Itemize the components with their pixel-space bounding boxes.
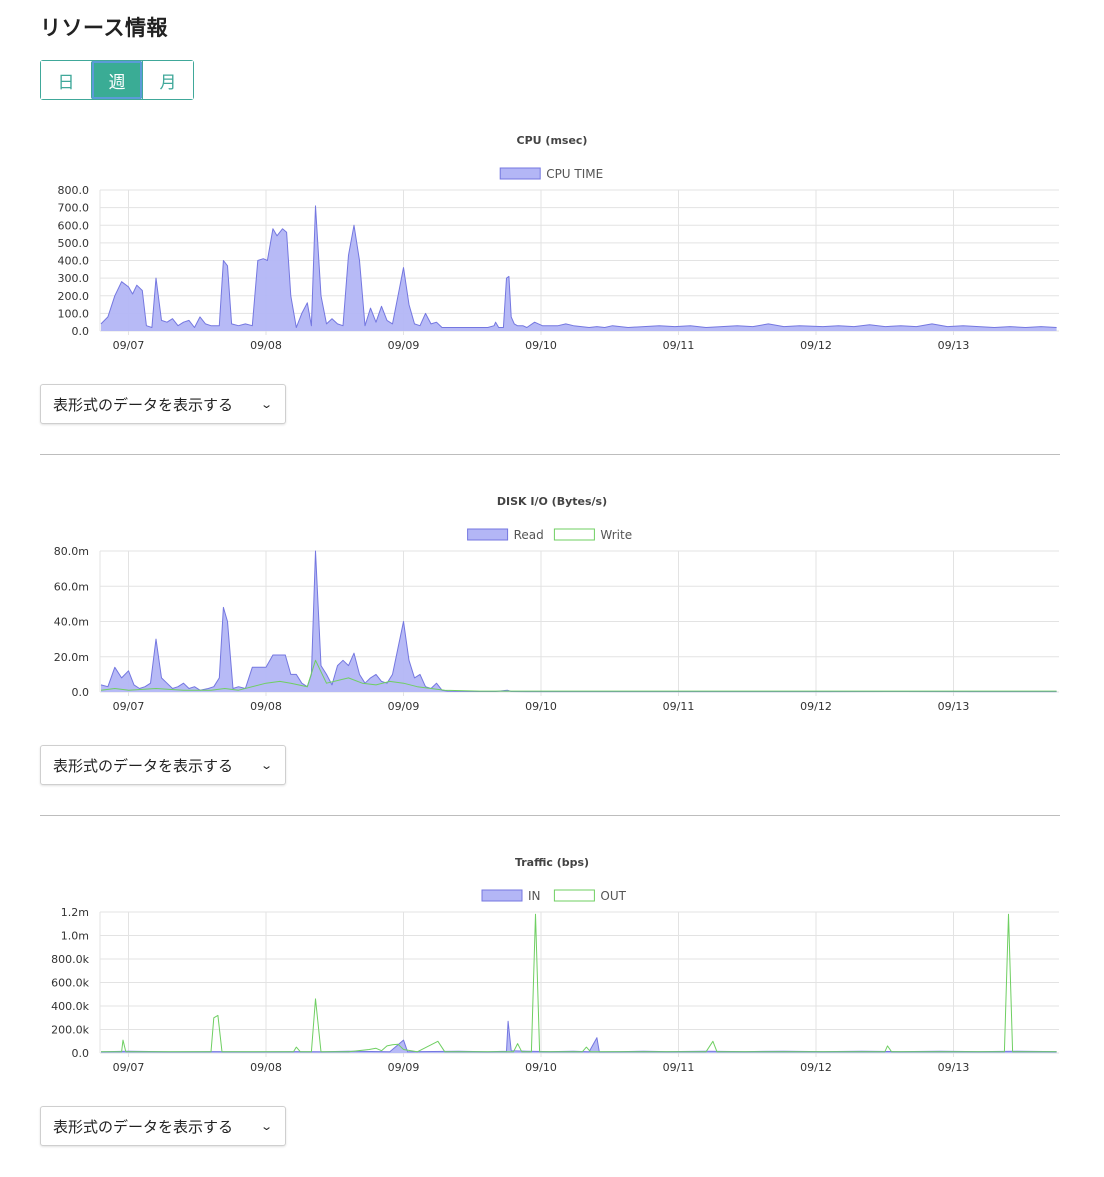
x-tick-label: 09/07 — [113, 700, 145, 713]
legend-swatch-cpu-time[interactable] — [499, 167, 541, 180]
y-tick-label: 600.0k — [51, 977, 89, 990]
y-tick-label: 800.0 — [58, 184, 90, 197]
cpu-chart: CPU (msec) CPU TIME 0.0 100.0 200.0 300.0 400.… — [58, 134, 1059, 352]
x-tick-label: 09/13 — [938, 700, 970, 713]
cpu-table-toggle-button[interactable]: 表形式のデータを表示する ⌄ — [40, 384, 286, 424]
chart-title: Traffic (bps) — [515, 856, 589, 869]
x-tick-label: 09/07 — [113, 339, 145, 352]
x-tick-label: 09/08 — [250, 700, 282, 713]
y-tick-label: 0.0 — [72, 325, 90, 338]
traffic-chart: Traffic (bps) IN OUT 0.0 200.0k 400.0k 600.0k 8… — [51, 856, 1059, 1074]
y-tick-label: 700.0 — [58, 202, 90, 215]
x-tick-label: 09/11 — [663, 700, 695, 713]
traffic-chart-section: Traffic (bps) IN OUT 0.0 200.0k 400.0k 600.0k 8… — [0, 842, 1104, 1082]
y-tick-label: 800.0k — [51, 953, 89, 966]
traffic-table-toggle-label: 表形式のデータを表示する — [53, 1117, 234, 1136]
y-tick-label: 80.0m — [54, 545, 89, 558]
disk-table-toggle-label: 表形式のデータを表示する — [53, 756, 234, 775]
legend-swatch-out[interactable] — [553, 889, 595, 902]
y-tick-label: 500.0 — [58, 237, 90, 250]
y-tick-label: 400.0k — [51, 1000, 89, 1013]
chevron-down-icon: ⌄ — [259, 397, 273, 411]
y-tick-label: 400.0 — [58, 255, 90, 268]
chevron-down-icon: ⌄ — [259, 1119, 273, 1133]
legend-label-read[interactable]: Read — [514, 528, 544, 542]
disk-chart: DISK I/O (Bytes/s) Read Write 0.0 20.0m 40.0m… — [54, 495, 1059, 713]
chevron-down-icon: ⌄ — [259, 758, 273, 772]
page-title: リソース情報 — [40, 16, 168, 40]
legend-swatch-read[interactable] — [467, 528, 509, 541]
y-tick-label: 0.0 — [72, 686, 90, 699]
period-tab-month[interactable]: 月 — [142, 61, 193, 99]
x-tick-label: 09/13 — [938, 1061, 970, 1074]
x-tick-label: 09/08 — [250, 1061, 282, 1074]
x-tick-label: 09/12 — [800, 339, 832, 352]
y-tick-label: 0.0 — [72, 1047, 90, 1060]
y-tick-label: 300.0 — [58, 272, 90, 285]
x-tick-label: 09/08 — [250, 339, 282, 352]
period-tab-week[interactable]: 週 — [91, 61, 142, 99]
x-tick-label: 09/07 — [113, 1061, 145, 1074]
y-tick-label: 1.0m — [61, 930, 89, 943]
section-divider — [40, 454, 1060, 455]
x-tick-label: 09/12 — [800, 1061, 832, 1074]
y-tick-label: 200.0k — [51, 1024, 89, 1037]
series-area-cpu-time — [101, 205, 1057, 331]
y-tick-label: 20.0m — [54, 651, 89, 664]
cpu-table-toggle-label: 表形式のデータを表示する — [53, 395, 234, 414]
y-tick-label: 60.0m — [54, 580, 89, 593]
x-tick-label: 09/09 — [388, 1061, 420, 1074]
series-line-out — [101, 913, 1057, 1053]
legend-label-cpu-time[interactable]: CPU TIME — [546, 167, 603, 181]
x-tick-label: 09/12 — [800, 700, 832, 713]
y-tick-label: 40.0m — [54, 616, 89, 629]
x-tick-label: 09/10 — [525, 339, 557, 352]
x-tick-label: 09/09 — [388, 700, 420, 713]
x-tick-label: 09/09 — [388, 339, 420, 352]
period-toggle-group: 日 週 月 — [40, 60, 194, 100]
y-tick-label: 100.0 — [58, 307, 90, 320]
y-tick-label: 600.0 — [58, 219, 90, 232]
series-line-write — [100, 659, 1057, 692]
legend-swatch-in[interactable] — [481, 889, 523, 902]
y-tick-label: 1.2m — [61, 906, 89, 919]
x-tick-label: 09/11 — [663, 1061, 695, 1074]
chart-title: CPU (msec) — [517, 134, 588, 147]
series-area-in — [101, 1021, 1057, 1053]
disk-table-toggle-button[interactable]: 表形式のデータを表示する ⌄ — [40, 745, 286, 785]
chart-title: DISK I/O (Bytes/s) — [497, 495, 607, 508]
series-line-in — [100, 1020, 1057, 1053]
legend-label-out[interactable]: OUT — [600, 889, 626, 903]
x-tick-label: 09/10 — [525, 1061, 557, 1074]
y-tick-label: 200.0 — [58, 290, 90, 303]
legend-label-in[interactable]: IN — [528, 889, 541, 903]
series-line-cpu-time — [100, 205, 1057, 328]
x-tick-label: 09/11 — [663, 339, 695, 352]
x-tick-label: 09/13 — [938, 339, 970, 352]
section-divider — [40, 815, 1060, 816]
legend-label-write[interactable]: Write — [600, 528, 632, 542]
period-tab-day[interactable]: 日 — [41, 61, 91, 99]
cpu-chart-section: CPU (msec) CPU TIME 0.0 100.0 200.0 300.0 400.… — [0, 120, 1104, 360]
traffic-table-toggle-button[interactable]: 表形式のデータを表示する ⌄ — [40, 1106, 286, 1146]
x-tick-label: 09/10 — [525, 700, 557, 713]
disk-chart-section: DISK I/O (Bytes/s) Read Write 0.0 20.0m 40.0m… — [0, 481, 1104, 721]
legend-swatch-write[interactable] — [553, 528, 595, 541]
